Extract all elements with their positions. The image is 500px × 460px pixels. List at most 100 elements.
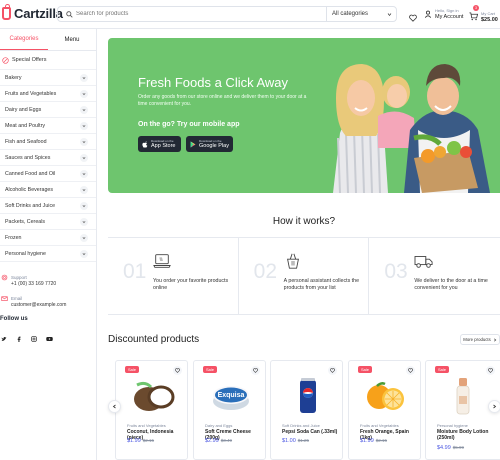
sidebar-item-label: Fruits and Vegetables — [5, 90, 57, 97]
old-price: $5.99 — [452, 445, 465, 450]
product-name[interactable]: Pepsi Soda Can (.33ml) — [282, 429, 340, 435]
sidebar-item-frozen[interactable]: Frozen — [0, 230, 96, 246]
cart-icon — [469, 12, 479, 21]
hero-cta-text: On the go? Try our mobile app — [138, 121, 240, 128]
chevron-down-icon — [80, 137, 88, 146]
chevron-down-icon — [80, 105, 88, 114]
how-it-works-title: How it works? — [272, 216, 336, 227]
heart-icon[interactable] — [486, 366, 495, 375]
wishlist-button[interactable] — [409, 9, 419, 22]
chevron-down-icon — [80, 185, 88, 194]
sidebar-item-alcoholic-beverages[interactable]: Alcoholic Beverages — [0, 182, 96, 198]
sidebar-item-label: Personal hygiene — [5, 250, 46, 257]
product-price: $1.00 $1.25 — [282, 438, 309, 444]
sidebar: Categories Menu Special Offers Bakery Fr… — [0, 29, 97, 460]
step-text: A personal assistant collects the produc… — [283, 278, 360, 291]
product-name[interactable]: Moisture Body Lotion (250ml) — [437, 429, 495, 441]
hero-banner: Fresh Foods a Click Away Order any goods… — [108, 38, 500, 193]
current-price: $2.99 — [205, 438, 219, 444]
product-category: Dairy and Eggs — [205, 423, 233, 428]
support-label: Support — [11, 275, 27, 280]
account-button[interactable]: Hello, Sign in My Account — [424, 8, 463, 20]
sidebar-item-special-offers[interactable]: Special Offers — [0, 51, 96, 70]
sale-badge: Sale — [203, 366, 218, 373]
sidebar-item-personal-hygiene[interactable]: Personal hygiene — [0, 246, 96, 262]
google-play-icon — [190, 141, 196, 147]
sidebar-item-fruits-vegetables[interactable]: Fruits and Vegetables — [0, 86, 96, 102]
hero-title: Fresh Foods a Click Away — [138, 75, 289, 90]
chevron-right-icon — [493, 338, 497, 341]
sidebar-item-label: Fish and Seafood — [5, 138, 47, 145]
facebook-icon[interactable] — [16, 329, 22, 347]
sidebar-item-sauces-spices[interactable]: Sauces and Spices — [0, 150, 96, 166]
logo[interactable]: Cartzilla — [2, 4, 63, 21]
family-photo — [333, 64, 490, 193]
twitter-icon[interactable] — [1, 329, 7, 347]
chevron-down-icon — [80, 233, 88, 242]
delivery-truck-icon — [414, 256, 433, 268]
heart-icon[interactable] — [251, 366, 260, 375]
sidebar-tabs: Categories Menu — [0, 29, 96, 51]
product-image-body-lotion — [436, 375, 489, 417]
category-select[interactable]: All categories — [326, 7, 396, 21]
more-products-button[interactable]: More products — [460, 334, 500, 345]
sidebar-item-soft-drinks-juice[interactable]: Soft Drinks and Juice — [0, 198, 96, 214]
account-label: My Account — [435, 14, 464, 20]
product-card[interactable]: Sale Exquisa Dairy and Eggs Soft Creme C… — [193, 360, 266, 460]
mail-icon — [1, 296, 8, 301]
carousel-prev-button[interactable] — [108, 400, 121, 413]
product-card[interactable]: Soft Drinks and Juice Pepsi Soda Can (.3… — [270, 360, 343, 460]
social-links — [0, 329, 95, 347]
sidebar-item-bakery[interactable]: Bakery — [0, 70, 96, 86]
how-it-works-steps: 01 You order your favorite products onli… — [108, 237, 500, 315]
app-store-label: App Store — [151, 143, 176, 149]
product-image-coconut — [126, 375, 179, 417]
sidebar-item-label: Soft Drinks and Juice — [5, 202, 56, 209]
search-input[interactable] — [76, 11, 326, 17]
hero-subtitle: Order any goods from our store online an… — [138, 94, 307, 107]
step-number: 02 — [253, 260, 278, 283]
cart-button[interactable]: 3 My Cart $25.00 — [469, 5, 498, 26]
current-price: $1.99 — [127, 438, 141, 444]
sidebar-item-fish-seafood[interactable]: Fish and Seafood — [0, 134, 96, 150]
email-label: Email — [11, 296, 23, 301]
heart-icon[interactable] — [328, 366, 337, 375]
heart-icon[interactable] — [173, 366, 182, 375]
discounted-products-title: Discounted products — [108, 334, 200, 345]
carousel-next-button[interactable] — [488, 400, 500, 413]
current-price: $1.00 — [282, 438, 296, 444]
product-image-orange — [359, 375, 412, 417]
product-price: $1.99 $2.15 — [360, 438, 387, 444]
sidebar-item-packets-cereals[interactable]: Packets, Cereals — [0, 214, 96, 230]
youtube-icon[interactable] — [46, 329, 53, 347]
step-number: 03 — [384, 260, 408, 283]
product-card[interactable]: Sale Fruits and Vegetables Coconut, Indo… — [115, 360, 188, 460]
shopping-bag-icon — [2, 4, 11, 20]
app-store-button[interactable]: Download on the App Store — [138, 136, 181, 152]
chevron-down-icon — [80, 153, 88, 162]
sidebar-item-label: Packets, Cereals — [5, 218, 46, 225]
follow-us-heading: Follow us — [0, 316, 28, 322]
chevron-down-icon — [80, 201, 88, 210]
tab-categories[interactable]: Categories — [0, 29, 48, 50]
old-price: $2.15 — [375, 438, 388, 443]
product-category: Soft Drinks and Juice — [282, 423, 320, 428]
google-play-button[interactable]: Download on the Google Play — [186, 136, 233, 152]
tab-menu[interactable]: Menu — [48, 29, 96, 50]
product-card[interactable]: Sale Fruits and Vegetables Fresh Orange,… — [348, 360, 421, 460]
google-play-label: Google Play — [199, 143, 229, 149]
email-value[interactable]: customer@example.com — [11, 302, 66, 309]
instagram-icon[interactable] — [31, 329, 37, 347]
sidebar-item-label: Alcoholic Beverages — [5, 186, 53, 193]
support-phone[interactable]: +1 (00) 33 169 7720 — [11, 281, 56, 288]
sale-badge: Sale — [435, 366, 450, 373]
sidebar-item-dairy-eggs[interactable]: Dairy and Eggs — [0, 102, 96, 118]
heart-icon[interactable] — [406, 366, 415, 375]
sidebar-item-canned-food-oil[interactable]: Canned Food and Oil — [0, 166, 96, 182]
svg-text:Exquisa: Exquisa — [217, 392, 244, 399]
user-icon — [424, 10, 432, 18]
chevron-right-icon — [493, 404, 497, 409]
sidebar-item-meat-poultry[interactable]: Meat and Poultry — [0, 118, 96, 134]
category-list: Bakery Fruits and Vegetables Dairy and E… — [0, 70, 96, 262]
support-contact: Support +1 (00) 33 169 7720 — [0, 274, 95, 288]
